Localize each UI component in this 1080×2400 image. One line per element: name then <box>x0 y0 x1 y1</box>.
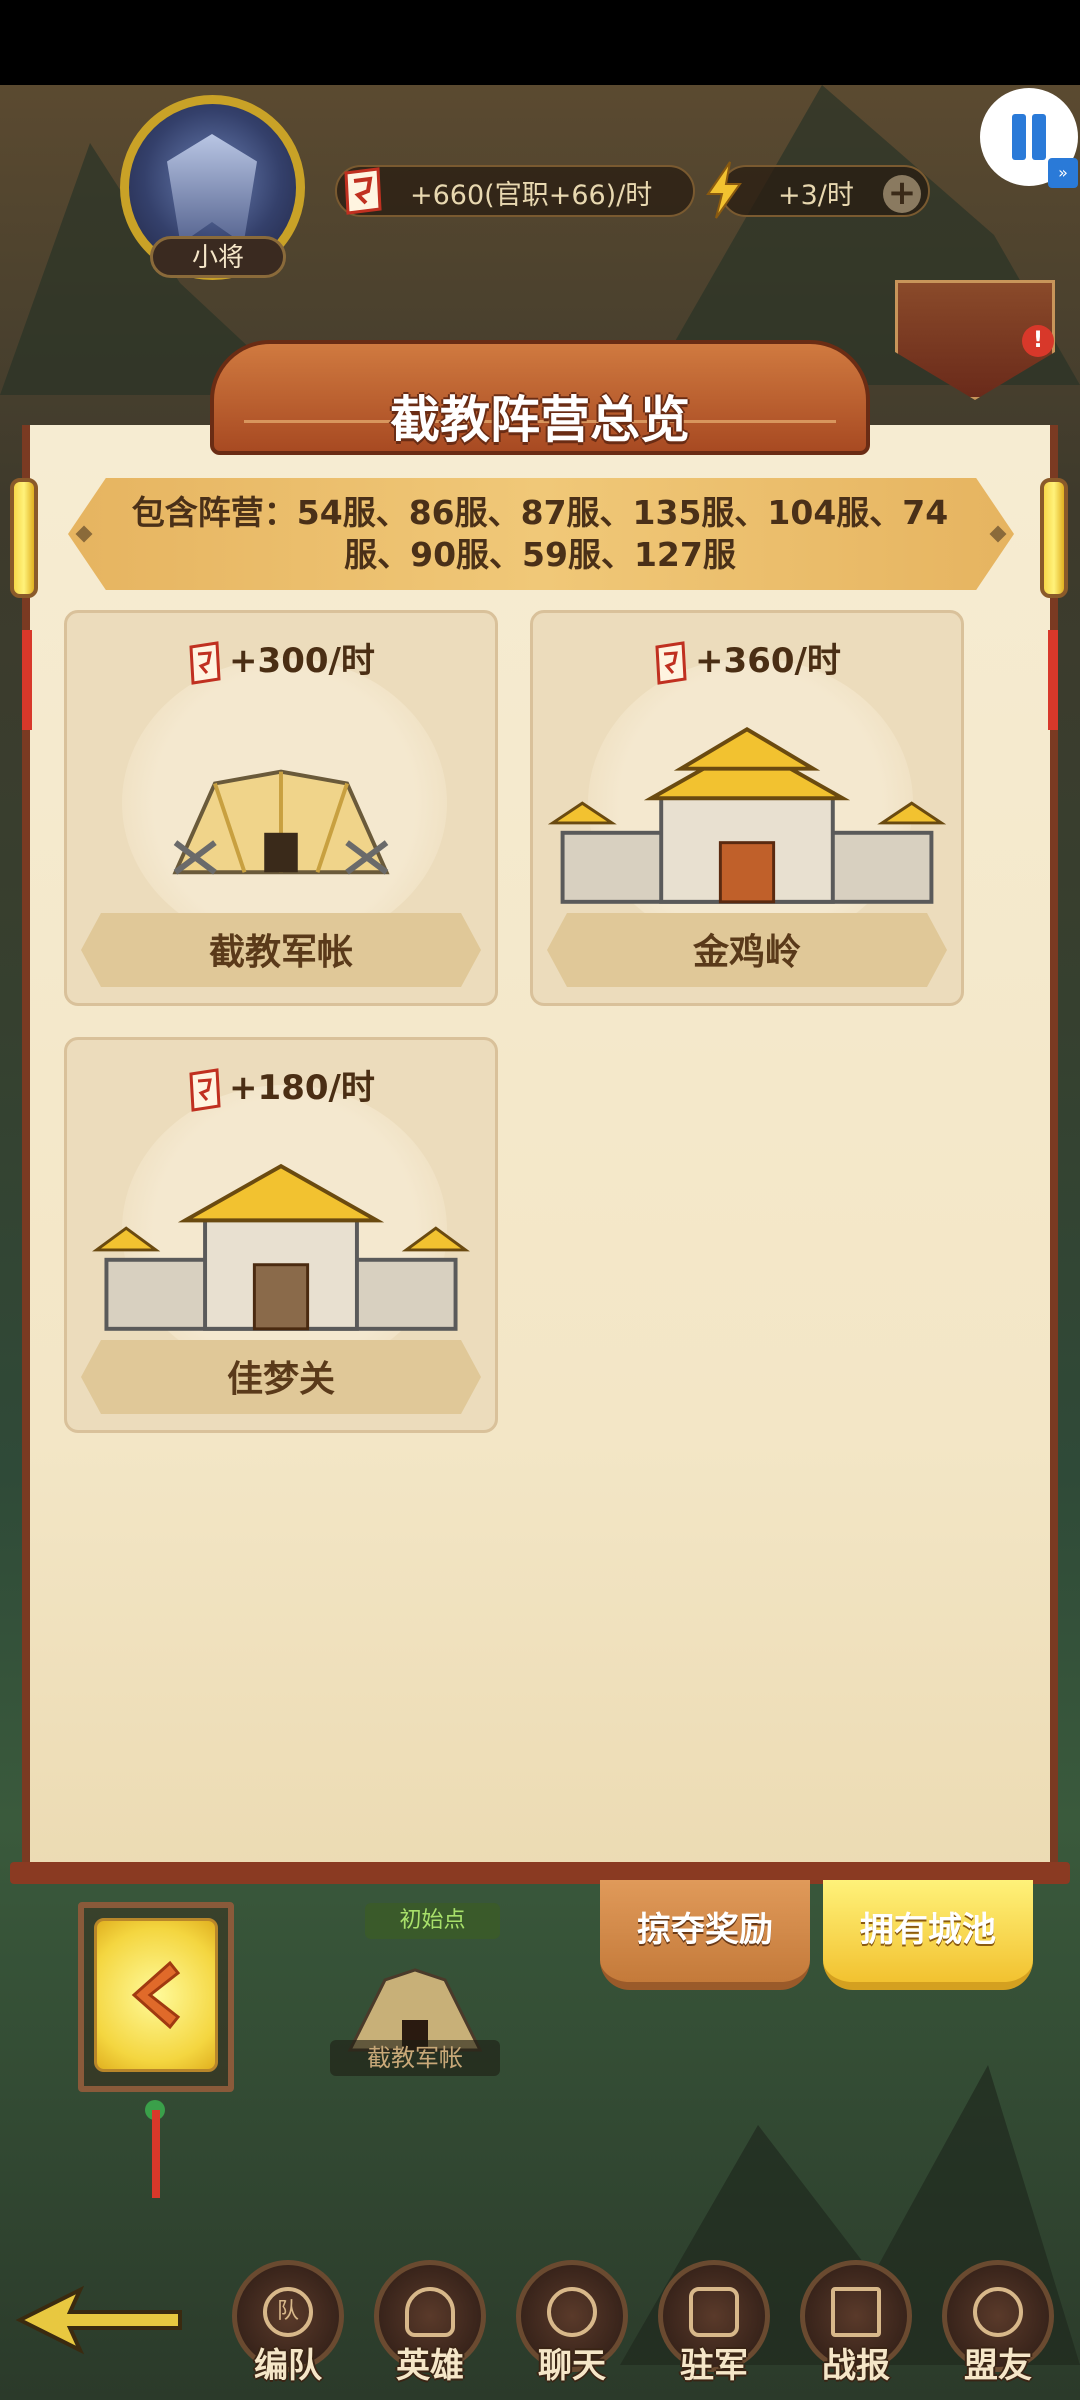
tab-plunder-rewards[interactable]: 掠夺奖励 <box>600 1880 810 1990</box>
alert-badge-icon: ! <box>1022 325 1054 357</box>
scroll-handle-left <box>10 478 38 598</box>
city-card[interactable]: +360/时 金鸡岭 <box>530 610 964 1006</box>
nav-back-arrow-icon[interactable] <box>10 2270 190 2370</box>
map-camp-label: 截教军帐 <box>330 2040 500 2076</box>
resource-token-icon <box>655 640 687 685</box>
resource-rate: +660(官职+66)/时 <box>410 180 653 211</box>
city-name: 佳梦关 <box>226 1359 335 1400</box>
tassel <box>152 2110 160 2198</box>
city-card[interactable]: +300/时 截教军帐 <box>64 610 498 1006</box>
resource-token-icon <box>344 167 382 215</box>
battle-report-icon <box>831 2287 881 2337</box>
nav-label: 聊天 <box>538 2346 606 2386</box>
alliance-icon <box>973 2287 1023 2337</box>
energy-rate: +3/时 <box>778 180 854 211</box>
city-card[interactable]: +180/时 佳梦关 <box>64 1037 498 1433</box>
city-name: 截教军帐 <box>208 932 353 973</box>
camps-list-text: 包含阵营：54服、86服、87服、135服、104服、74服、90服、59服、1… <box>131 493 949 574</box>
panel-edge-accent <box>22 630 32 730</box>
panel-title: 截教阵营总览 <box>390 391 690 449</box>
hero-icon <box>405 2287 455 2337</box>
scroll-handle-right <box>1040 478 1068 598</box>
rank-crest-icon <box>167 134 257 244</box>
fortress-icon <box>547 726 947 904</box>
city-production: +300/时 <box>229 641 375 681</box>
map-start-label: 初始点 <box>365 1903 500 1939</box>
nav-label: 战报 <box>822 2346 890 2386</box>
tab-owned-cities[interactable]: 拥有城池 <box>823 1880 1033 1990</box>
lightning-icon <box>706 161 742 219</box>
military-tent-icon <box>172 769 390 875</box>
fast-forward-icon[interactable]: » <box>1048 158 1078 188</box>
nav-label: 编队 <box>254 2346 322 2386</box>
garrison-icon <box>689 2287 739 2337</box>
back-arrow-icon <box>131 1960 181 2030</box>
city-production: +180/时 <box>229 1068 375 1108</box>
nav-label: 盟友 <box>964 2346 1032 2386</box>
fortress-icon <box>92 1163 470 1331</box>
rank-label: 小将 <box>150 236 286 278</box>
nav-label: 英雄 <box>396 2346 464 2386</box>
city-name: 金鸡岭 <box>692 932 801 973</box>
chat-icon <box>547 2287 597 2337</box>
resource-token-icon <box>189 1067 221 1112</box>
city-production: +360/时 <box>695 641 841 681</box>
formation-icon: 队 <box>263 2287 313 2337</box>
pause-icon <box>1012 114 1026 160</box>
resource-token-icon <box>189 640 221 685</box>
panel-edge-accent <box>1048 630 1058 730</box>
plus-icon[interactable]: + <box>883 175 921 213</box>
nav-label: 驻军 <box>680 2346 748 2386</box>
